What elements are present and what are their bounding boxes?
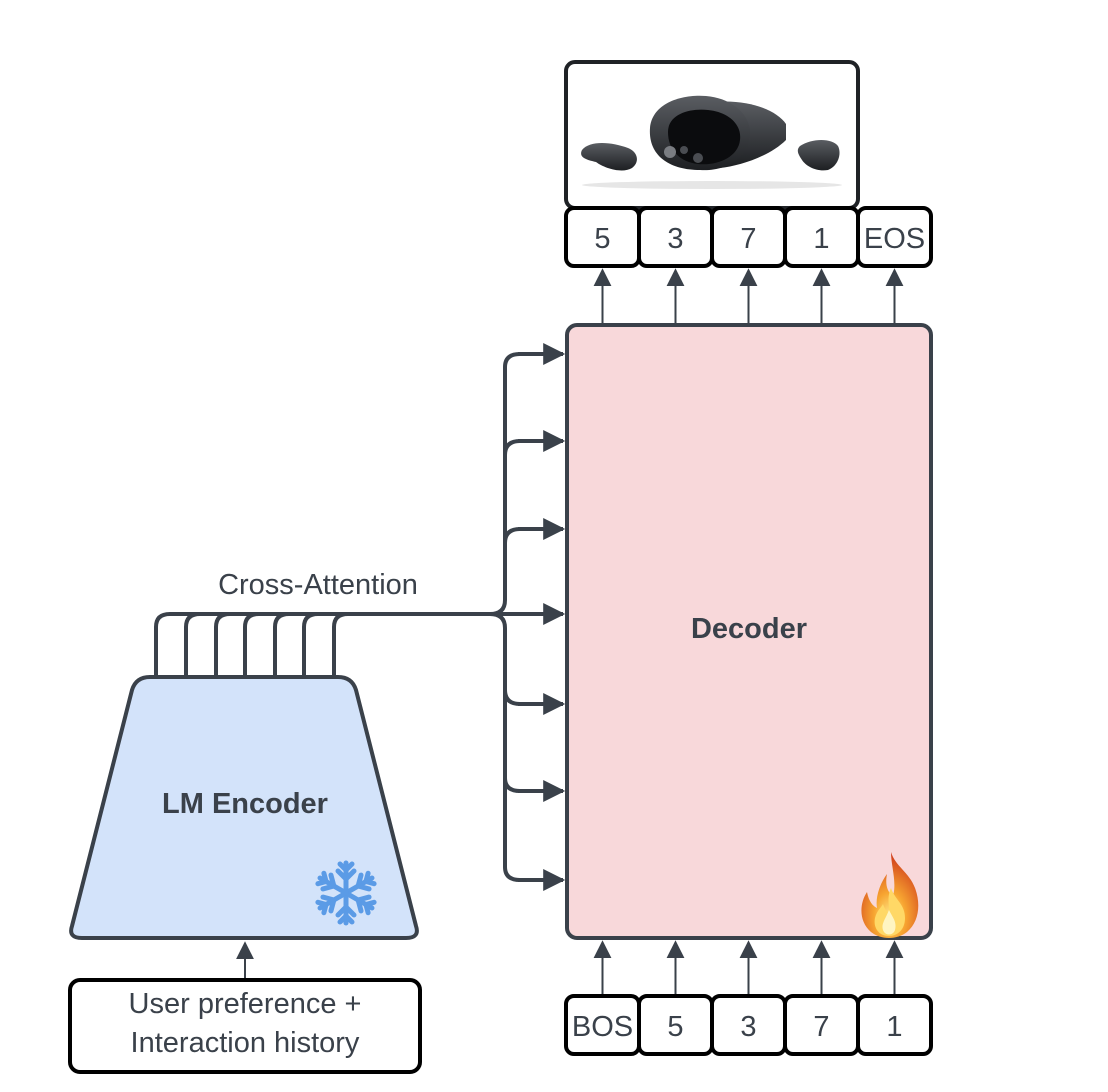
input-token-label: 7 (813, 1011, 829, 1043)
input-token: 5 (637, 994, 714, 1056)
output-token: 7 (710, 206, 787, 268)
encoder-label: LM Encoder (162, 788, 328, 820)
output-token: 5 (564, 206, 641, 268)
output-token: EOS (856, 206, 933, 268)
input-token-label: 5 (667, 1011, 683, 1043)
input-token-label: 3 (740, 1011, 756, 1043)
output-token: 1 (783, 206, 860, 268)
input-token-label: BOS (572, 1011, 633, 1043)
input-arrows (593, 940, 904, 994)
decoder-block: Decoder (565, 323, 933, 940)
decoder-input-tokens: BOS 5 3 7 1 (564, 994, 933, 1056)
input-token: 7 (783, 994, 860, 1056)
output-token-label: 1 (813, 223, 829, 255)
output-arrows (593, 268, 904, 323)
input-token: BOS (564, 994, 641, 1056)
input-box-line1: User preference + (129, 988, 362, 1020)
decoder-label: Decoder (691, 613, 807, 645)
input-token: 1 (856, 994, 933, 1056)
output-token-label: 7 (740, 223, 756, 255)
output-token-label: 5 (594, 223, 610, 255)
input-token: 3 (710, 994, 787, 1056)
input-box-line2: Interaction history (131, 1027, 360, 1059)
output-token-label: EOS (864, 223, 925, 255)
cross-attention-label: Cross-Attention (218, 569, 418, 601)
diagram-canvas: 5 3 7 1 EOS Decoder BOS 5 3 7 1 LM Encoder (68, 60, 933, 1074)
output-token: 3 (637, 206, 714, 268)
output-token-label: 3 (667, 223, 683, 255)
output-item-image (564, 60, 860, 210)
encoder-block: LM Encoder (69, 675, 419, 940)
input-token-label: 1 (886, 1011, 902, 1043)
decoder-output-tokens: 5 3 7 1 EOS (564, 206, 933, 268)
user-input-box: User preference + Interaction history (68, 978, 422, 1074)
